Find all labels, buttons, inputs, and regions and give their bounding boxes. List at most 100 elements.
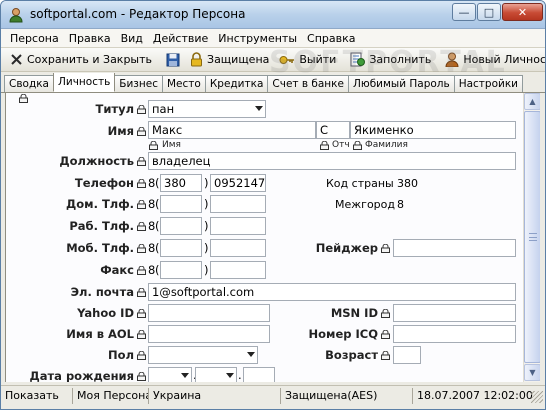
home-phone-label: Дом. Тлф. [66,197,134,211]
fill-button[interactable]: Заполнить [345,49,436,71]
lock-icon[interactable] [137,288,146,297]
tab-favorite-password[interactable]: Любимый Пароль [347,75,455,92]
pager-input[interactable] [393,239,516,257]
scroll-down-button[interactable]: ▼ [524,364,540,381]
middle-name-caption: Отч [332,140,350,150]
resize-grip-icon[interactable] [531,391,543,403]
close-button[interactable]: ✕ [502,3,543,21]
identity-panel: Титул пан Имя Макс С Якименко Имя Отч Фа… [5,93,540,382]
tab-location[interactable]: Место [162,75,206,92]
menu-edit[interactable]: Правка [64,32,116,45]
new-persona-label: Новый Личность [463,53,545,66]
lock-icon[interactable] [381,330,390,339]
status-datetime: 18.07.2007 12:02:00 [417,389,533,402]
birth-year-input[interactable] [243,367,275,382]
work-phone-label: Раб. Тлф. [69,219,134,233]
yahoo-id-input[interactable] [148,304,270,322]
paren-open: ( [155,241,160,255]
home-phone-code-input[interactable] [160,195,202,213]
work-phone-code-input[interactable] [160,217,202,235]
show-button[interactable]: Показать [1,387,73,404]
mobile-phone-number-input[interactable] [210,239,266,257]
tab-credit-card[interactable]: Кредитка [204,75,269,92]
lock-icon[interactable] [137,179,146,188]
email-input[interactable]: 1@softportal.com [148,283,516,301]
lock-icon[interactable] [381,244,390,253]
maximize-icon: □ [483,5,495,19]
tab-settings[interactable]: Настройки [453,75,524,92]
lock-icon[interactable] [320,141,329,150]
yahoo-id-label: Yahoo ID [77,306,134,320]
fill-form-icon [350,52,366,67]
vertical-scrollbar[interactable]: ▲ ▼ [523,93,540,382]
status-persona: Моя Персона [73,387,149,404]
menu-help[interactable]: Справка [302,32,360,45]
fax-number-input[interactable] [210,261,266,279]
lock-icon[interactable] [137,200,146,209]
tab-summary[interactable]: Сводка [4,75,54,92]
birthdate-label: Дата рождения [29,369,134,382]
lock-icon[interactable] [381,351,390,360]
fax-code-input[interactable] [160,261,202,279]
lock-icon[interactable] [137,266,146,275]
status-country: Украина [149,387,281,404]
country-code-label: Код страны [326,177,394,190]
lock-icon[interactable] [137,244,146,253]
birth-day-select[interactable] [148,367,192,382]
save-button[interactable] [161,49,185,71]
fill-label: Заполнить [369,53,432,66]
chevron-down-icon [181,373,189,378]
title-select[interactable]: пан [148,100,266,118]
home-phone-number-input[interactable] [210,195,266,213]
protected-button[interactable]: Защищена [185,49,274,71]
padlock-icon [191,52,203,67]
phone-area-code-input[interactable]: 380 [160,174,202,192]
icq-number-input[interactable] [393,325,516,343]
lock-icon[interactable] [137,351,146,360]
title-bar: softportal.com - Редактор Персона — □ ✕ [1,1,545,29]
first-name-input[interactable]: Макс [148,121,316,139]
maximize-button[interactable]: □ [477,3,501,21]
lock-icon[interactable] [381,309,390,318]
exit-button[interactable]: Выйти [274,49,341,71]
lock-icon[interactable] [137,222,146,231]
last-name-input[interactable]: Якименко [350,121,516,139]
minimize-button[interactable]: — [452,3,476,21]
scroll-up-button[interactable]: ▲ [524,93,540,110]
lock-icon[interactable] [137,157,146,166]
menu-action[interactable]: Действие [148,32,213,45]
mobile-phone-code-input[interactable] [160,239,202,257]
save-close-button[interactable]: Сохранить и Закрыть [5,49,157,71]
lock-icon[interactable] [137,330,146,339]
lock-icon[interactable] [137,309,146,318]
lock-icon[interactable] [137,105,146,114]
arrow-down-icon: ▼ [529,368,536,377]
scroll-thumb[interactable] [524,111,540,363]
phone-number-input[interactable]: 0952147 [210,174,266,192]
aol-name-input[interactable] [148,325,270,343]
tab-identity[interactable]: Личность [52,73,116,92]
middle-name-input[interactable]: С [316,121,350,139]
tab-bank-account[interactable]: Счет в банке [267,75,349,92]
lock-icon[interactable] [353,141,362,150]
close-x-icon [11,54,22,65]
app-window: softportal.com - Редактор Персона — □ ✕ … [0,0,546,410]
menu-tools[interactable]: Инструменты [213,32,302,45]
tab-business[interactable]: Бизнес [114,75,163,92]
menu-persona[interactable]: Персона [5,32,64,45]
lock-icon[interactable] [149,141,158,150]
birth-month-select[interactable] [195,367,237,382]
exit-label: Выйти [299,53,337,66]
gender-select[interactable] [148,346,258,364]
lock-icon[interactable] [19,94,28,103]
grip-icon [529,233,537,241]
chevron-down-icon [255,106,263,111]
lock-icon[interactable] [137,127,146,136]
work-phone-number-input[interactable] [210,217,266,235]
msn-id-input[interactable] [393,304,516,322]
lock-icon[interactable] [137,372,146,381]
position-input[interactable]: владелец [148,152,516,170]
age-input[interactable] [393,346,421,364]
menu-view[interactable]: Вид [116,32,148,45]
new-persona-button[interactable]: Новый Личность [440,49,545,71]
